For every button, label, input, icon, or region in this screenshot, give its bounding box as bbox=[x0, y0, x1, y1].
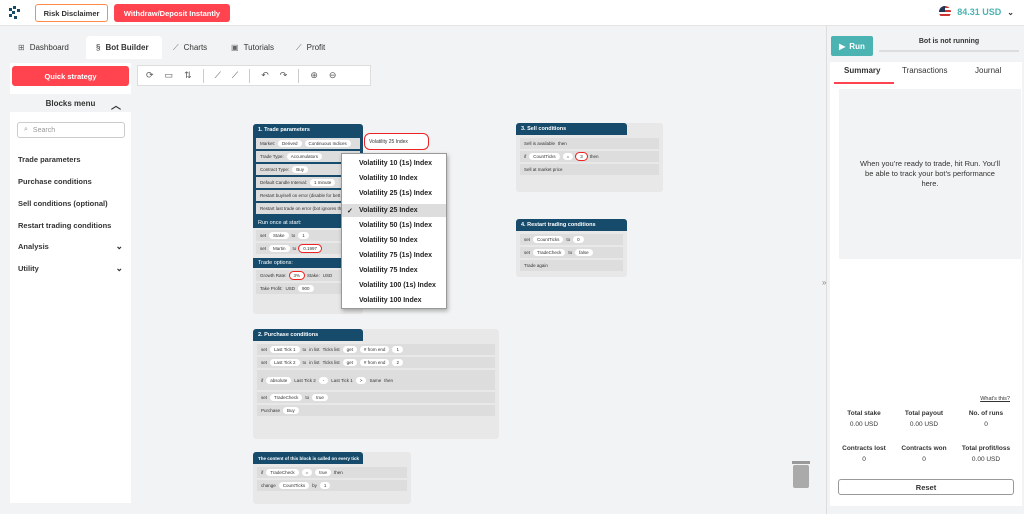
dropdown-option[interactable]: Volatility 100 Index bbox=[342, 294, 446, 307]
dropdown-option[interactable]: Volatility 10 Index bbox=[342, 172, 446, 185]
candle-interval-select[interactable]: 1 minute bbox=[310, 179, 336, 186]
trash-icon[interactable] bbox=[791, 459, 811, 489]
bot-status: Bot is not running bbox=[918, 38, 980, 45]
blocks-menu-header[interactable]: Blocks menu ︿ bbox=[10, 94, 131, 112]
tab-dashboard[interactable]: ⊞ Dashboard bbox=[18, 36, 78, 59]
reset-button[interactable]: Reset bbox=[838, 479, 1014, 495]
stat-runs: No. of runs 0 bbox=[968, 410, 1004, 428]
sidebar-item-trade-parameters[interactable]: Trade parameters bbox=[18, 155, 123, 164]
main-tabs: ⊞ Dashboard § Bot Builder ⟋ Charts ▣ Tutoria… bbox=[0, 36, 826, 59]
sidebar-item-analysis[interactable]: Analysis ⌄ bbox=[18, 241, 123, 251]
deriv-logo-icon[interactable] bbox=[8, 6, 22, 20]
chevron-down-icon: ⌄ bbox=[1007, 7, 1014, 17]
dropdown-option[interactable]: Volatility 10 (1s) Index bbox=[342, 157, 446, 170]
stat-total-payout: Total payout 0.00 USD bbox=[904, 410, 944, 428]
active-tab-indicator bbox=[834, 82, 894, 84]
play-icon: ▶ bbox=[839, 41, 846, 51]
divider bbox=[249, 68, 251, 83]
withdraw-deposit-button[interactable]: Withdraw/Deposit Instantly bbox=[114, 4, 230, 22]
summary-panel: Summary Transactions Journal When you’re… bbox=[830, 62, 1022, 506]
take-profit-input[interactable]: 900 bbox=[298, 285, 314, 292]
check-icon: ✓ bbox=[347, 207, 353, 215]
status-progress bbox=[879, 50, 1019, 52]
market-select[interactable]: Derived bbox=[278, 140, 302, 147]
stat-profit-loss: Total profit/loss 0.00 USD bbox=[961, 445, 1011, 463]
tab-tutorials[interactable]: ▣ Tutorials bbox=[231, 36, 281, 59]
tab-profit[interactable]: ⟋ Profit bbox=[296, 36, 336, 59]
divider bbox=[298, 68, 300, 83]
submarket-select[interactable]: Continuous Indices bbox=[304, 140, 351, 147]
tab-transactions[interactable]: Transactions bbox=[902, 66, 948, 75]
account-balance[interactable]: 84.31 USD ⌄ bbox=[939, 6, 1014, 18]
symbol-select[interactable]: Volatility 25 Index bbox=[364, 133, 429, 150]
risk-disclaimer-button[interactable]: Risk Disclaimer bbox=[35, 4, 108, 22]
open-folder-icon[interactable]: ▭ bbox=[165, 70, 174, 81]
stat-contracts-lost: Contracts lost 0 bbox=[842, 445, 886, 463]
analysis-icon[interactable]: ⟋ bbox=[232, 70, 238, 81]
quick-strategy-button[interactable]: Quick strategy bbox=[12, 66, 129, 86]
dropdown-option[interactable]: Volatility 75 Index bbox=[342, 264, 446, 277]
search-input[interactable]: ⌕ Search bbox=[17, 122, 125, 138]
empty-state-text: When you’re ready to trade, hit Run. You… bbox=[839, 89, 1021, 259]
stat-total-stake: Total stake 0.00 USD bbox=[847, 410, 881, 428]
whats-this-link[interactable]: What's this? bbox=[980, 396, 1010, 402]
symbol-dropdown: Volatility 10 (1s) Index Volatility 10 I… bbox=[341, 153, 447, 309]
martin-value-input[interactable]: 0.1997 bbox=[298, 244, 323, 253]
every-tick-block[interactable]: The content of this block is called on e… bbox=[253, 452, 411, 504]
restart-trading-block[interactable]: 4. Restart trading conditions set CountTi… bbox=[516, 219, 627, 277]
tab-bot-builder[interactable]: § Bot Builder bbox=[86, 36, 162, 59]
chart-icon[interactable]: ⟋ bbox=[215, 70, 221, 81]
growth-rate-select[interactable]: 3% bbox=[288, 271, 305, 280]
purchase-type-select[interactable]: Buy bbox=[283, 407, 299, 414]
chevron-up-icon: ︿ bbox=[111, 101, 121, 112]
sort-icon[interactable]: ⇅ bbox=[184, 70, 192, 81]
sell-conditions-block[interactable]: 3. Sell conditions Sell is available then… bbox=[516, 123, 663, 192]
contract-type-select[interactable]: Buy bbox=[292, 166, 308, 173]
run-button[interactable]: ▶ Run bbox=[831, 36, 873, 56]
search-icon: ⌕ bbox=[24, 126, 28, 133]
tab-journal[interactable]: Journal bbox=[975, 66, 1001, 75]
sidebar-item-sell-conditions[interactable]: Sell conditions (optional) bbox=[18, 199, 123, 208]
blocks-sidebar: Quick strategy Blocks menu ︿ ⌕ Search Trad… bbox=[10, 63, 131, 503]
tab-summary[interactable]: Summary bbox=[844, 66, 880, 75]
balance-amount: 84.31 USD bbox=[957, 7, 1002, 17]
tutorial-icon: ▣ bbox=[231, 43, 239, 52]
zoom-in-icon[interactable]: ⊕ bbox=[310, 70, 318, 81]
block-title: 1. Trade parameters bbox=[253, 124, 363, 136]
trade-type-select[interactable]: Accumulators bbox=[286, 153, 323, 160]
top-bar: Risk Disclaimer Withdraw/Deposit Instant… bbox=[0, 0, 1024, 26]
zoom-out-icon[interactable]: ⊖ bbox=[329, 70, 337, 81]
stat-contracts-won: Contracts won 0 bbox=[901, 445, 947, 463]
count-ticks-value[interactable]: 3 bbox=[575, 152, 588, 161]
chart-icon: ⟋ bbox=[173, 42, 179, 52]
dropdown-option-selected[interactable]: ✓ Volatility 25 Index bbox=[342, 204, 446, 217]
run-panel: ▶ Run Bot is not running Summary Transact… bbox=[826, 26, 1024, 514]
chevron-down-icon: ⌄ bbox=[115, 263, 123, 273]
chevron-down-icon: ⌄ bbox=[115, 241, 123, 251]
purchase-conditions-block[interactable]: 2. Purchase conditions set Last Tick 1 to i… bbox=[253, 329, 499, 439]
bot-icon: § bbox=[96, 43, 101, 52]
dropdown-option[interactable]: Volatility 25 (1s) Index bbox=[342, 187, 446, 200]
dropdown-option[interactable]: Volatility 100 (1s) Index bbox=[342, 279, 446, 292]
profit-icon: ⟋ bbox=[296, 42, 302, 52]
tab-charts[interactable]: ⟋ Charts bbox=[173, 36, 218, 59]
sidebar-item-purchase-conditions[interactable]: Purchase conditions bbox=[18, 177, 123, 186]
divider bbox=[202, 68, 204, 83]
us-flag-icon bbox=[939, 6, 952, 18]
dropdown-option[interactable]: Volatility 50 (1s) Index bbox=[342, 219, 446, 232]
dropdown-option[interactable]: Volatility 50 Index bbox=[342, 234, 446, 247]
sidebar-item-utility[interactable]: Utility ⌄ bbox=[18, 263, 123, 273]
workspace-toolbar: ⟳ ▭ ⇅ ⟋ ⟋ ↶ ↷ ⊕ ⊖ bbox=[137, 65, 371, 86]
redo-icon[interactable]: ↷ bbox=[280, 70, 288, 81]
dropdown-option[interactable]: Volatility 75 (1s) Index bbox=[342, 249, 446, 262]
sidebar-item-restart-trading[interactable]: Restart trading conditions bbox=[18, 221, 123, 230]
reset-icon[interactable]: ⟳ bbox=[146, 70, 154, 81]
undo-icon[interactable]: ↶ bbox=[261, 70, 269, 81]
dashboard-icon: ⊞ bbox=[18, 43, 25, 52]
